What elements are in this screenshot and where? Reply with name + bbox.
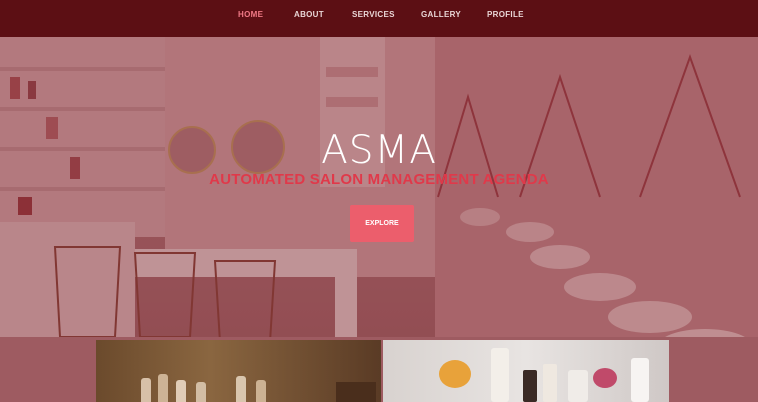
hero-title: ASMA: [321, 128, 437, 173]
beauty-products-image: [439, 348, 649, 402]
nav-home-link[interactable]: HOME: [238, 10, 263, 19]
nav-gallery-link[interactable]: GALLERY: [421, 10, 461, 19]
nav-about-link[interactable]: ABOUT: [294, 10, 324, 19]
brushes-image-card[interactable]: [96, 340, 381, 402]
nav-profile-link[interactable]: PROFILE: [487, 10, 524, 19]
products-image-card[interactable]: [383, 340, 669, 402]
nav-services-link[interactable]: SERVICES: [352, 10, 395, 19]
makeup-brushes-image: [141, 374, 376, 402]
hero-subtitle: AUTOMATED SALON MANAGEMENT AGENDA: [209, 171, 549, 188]
top-navigation: HOME ABOUT SERVICES GALLERY PROFILE: [0, 0, 758, 37]
explore-button[interactable]: EXPLORE: [350, 205, 414, 242]
